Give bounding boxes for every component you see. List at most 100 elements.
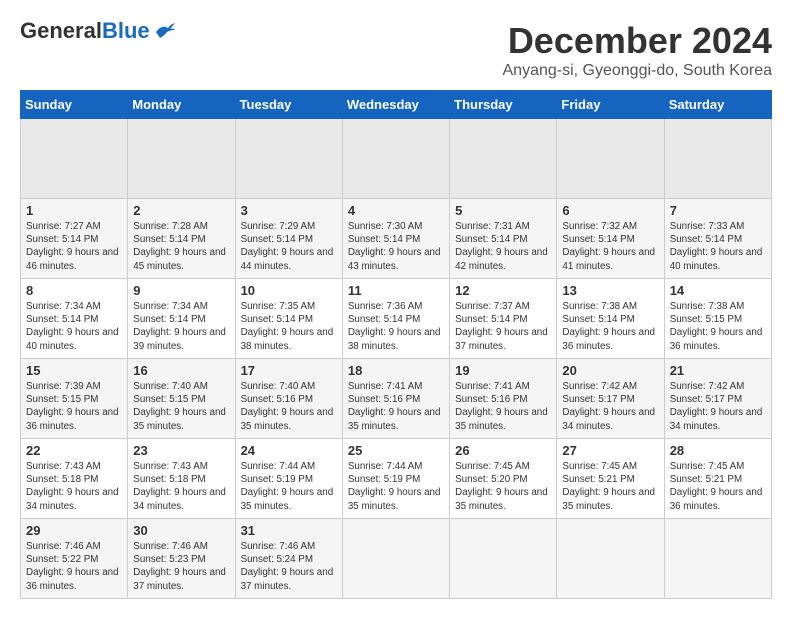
cell-info: Sunrise: 7:37 AMSunset: 5:14 PMDaylight:… [455, 300, 551, 353]
cell-info: Sunrise: 7:42 AMSunset: 5:17 PMDaylight:… [670, 380, 766, 433]
calendar-cell: 27 Sunrise: 7:45 AMSunset: 5:21 PMDayligh… [557, 439, 664, 519]
day-number: 5 [455, 203, 551, 218]
cell-info: Sunrise: 7:34 AMSunset: 5:14 PMDaylight:… [26, 300, 122, 353]
cell-info: Sunrise: 7:41 AMSunset: 5:16 PMDaylight:… [455, 380, 551, 433]
calendar-cell [664, 119, 771, 199]
day-number: 24 [241, 443, 337, 458]
calendar-cell [128, 119, 235, 199]
calendar-cell [342, 119, 449, 199]
day-header-saturday: Saturday [664, 91, 771, 119]
calendar-cell: 21Sunrise: 7:42 AMSunset: 5:17 PMDayligh… [664, 359, 771, 439]
cell-info: Sunrise: 7:30 AMSunset: 5:14 PMDaylight:… [348, 220, 444, 273]
day-number: 14 [670, 283, 766, 298]
calendar-cell: 17 Sunrise: 7:40 AMSunset: 5:16 PMDayligh… [235, 359, 342, 439]
day-number: 13 [562, 283, 658, 298]
calendar-cell: 18 Sunrise: 7:41 AMSunset: 5:16 PMDayligh… [342, 359, 449, 439]
cell-info: Sunrise: 7:43 AMSunset: 5:18 PMDaylight:… [26, 460, 122, 513]
logo-bird-icon [154, 22, 176, 40]
calendar-cell [235, 119, 342, 199]
day-number: 15 [26, 363, 122, 378]
calendar-cell: 3 Sunrise: 7:29 AMSunset: 5:14 PMDaylight… [235, 199, 342, 279]
cell-info: Sunrise: 7:31 AMSunset: 5:14 PMDaylight:… [455, 220, 551, 273]
calendar-cell: 26Sunrise: 7:45 AMSunset: 5:20 PMDayligh… [450, 439, 557, 519]
calendar-week-row: 22 Sunrise: 7:43 AMSunset: 5:18 PMDayligh… [21, 439, 772, 519]
cell-info: Sunrise: 7:46 AMSunset: 5:24 PMDaylight:… [241, 540, 337, 593]
calendar-cell: 13 Sunrise: 7:38 AMSunset: 5:14 PMDayligh… [557, 279, 664, 359]
calendar-cell: 22 Sunrise: 7:43 AMSunset: 5:18 PMDayligh… [21, 439, 128, 519]
page-header: GeneralBlue December 2024 Anyang-si, Gye… [20, 20, 772, 80]
day-header-wednesday: Wednesday [342, 91, 449, 119]
day-number: 7 [670, 203, 766, 218]
cell-info: Sunrise: 7:28 AMSunset: 5:14 PMDaylight:… [133, 220, 229, 273]
calendar-cell: 9Sunrise: 7:34 AMSunset: 5:14 PMDaylight… [128, 279, 235, 359]
calendar-cell: 5 Sunrise: 7:31 AMSunset: 5:14 PMDaylight… [450, 199, 557, 279]
cell-info: Sunrise: 7:45 AMSunset: 5:21 PMDaylight:… [562, 460, 658, 513]
cell-info: Sunrise: 7:29 AMSunset: 5:14 PMDaylight:… [241, 220, 337, 273]
calendar-table: SundayMondayTuesdayWednesdayThursdayFrid… [20, 90, 772, 599]
calendar-cell: 31 Sunrise: 7:46 AMSunset: 5:24 PMDayligh… [235, 519, 342, 599]
calendar-header-row: SundayMondayTuesdayWednesdayThursdayFrid… [21, 91, 772, 119]
day-number: 8 [26, 283, 122, 298]
day-number: 18 [348, 363, 444, 378]
cell-info: Sunrise: 7:45 AMSunset: 5:20 PMDaylight:… [455, 460, 551, 513]
day-number: 6 [562, 203, 658, 218]
day-number: 3 [241, 203, 337, 218]
calendar-cell: 19 Sunrise: 7:41 AMSunset: 5:16 PMDayligh… [450, 359, 557, 439]
calendar-cell: 16Sunrise: 7:40 AMSunset: 5:15 PMDayligh… [128, 359, 235, 439]
day-number: 19 [455, 363, 551, 378]
cell-info: Sunrise: 7:33 AMSunset: 5:14 PMDaylight:… [670, 220, 766, 273]
day-number: 22 [26, 443, 122, 458]
calendar-cell [342, 519, 449, 599]
day-header-tuesday: Tuesday [235, 91, 342, 119]
cell-info: Sunrise: 7:27 AMSunset: 5:14 PMDaylight:… [26, 220, 122, 273]
calendar-cell: 23 Sunrise: 7:43 AMSunset: 5:18 PMDayligh… [128, 439, 235, 519]
calendar-cell: 24 Sunrise: 7:44 AMSunset: 5:19 PMDayligh… [235, 439, 342, 519]
calendar-cell: 15 Sunrise: 7:39 AMSunset: 5:15 PMDayligh… [21, 359, 128, 439]
day-number: 27 [562, 443, 658, 458]
day-number: 31 [241, 523, 337, 538]
calendar-cell: 29Sunrise: 7:46 AMSunset: 5:22 PMDayligh… [21, 519, 128, 599]
cell-info: Sunrise: 7:41 AMSunset: 5:16 PMDaylight:… [348, 380, 444, 433]
title-section: December 2024 Anyang-si, Gyeonggi-do, So… [503, 20, 773, 80]
calendar-cell [557, 519, 664, 599]
cell-info: Sunrise: 7:40 AMSunset: 5:16 PMDaylight:… [241, 380, 337, 433]
cell-info: Sunrise: 7:42 AMSunset: 5:17 PMDaylight:… [562, 380, 658, 433]
day-number: 20 [562, 363, 658, 378]
cell-info: Sunrise: 7:38 AMSunset: 5:15 PMDaylight:… [670, 300, 766, 353]
location: Anyang-si, Gyeonggi-do, South Korea [503, 62, 773, 80]
month-title: December 2024 [503, 20, 773, 62]
day-header-thursday: Thursday [450, 91, 557, 119]
cell-info: Sunrise: 7:43 AMSunset: 5:18 PMDaylight:… [133, 460, 229, 513]
calendar-cell: 28Sunrise: 7:45 AMSunset: 5:21 PMDayligh… [664, 439, 771, 519]
calendar-cell: 20 Sunrise: 7:42 AMSunset: 5:17 PMDayligh… [557, 359, 664, 439]
calendar-cell [21, 119, 128, 199]
cell-info: Sunrise: 7:44 AMSunset: 5:19 PMDaylight:… [348, 460, 444, 513]
calendar-week-row: 15 Sunrise: 7:39 AMSunset: 5:15 PMDayligh… [21, 359, 772, 439]
day-number: 23 [133, 443, 229, 458]
logo: GeneralBlue [20, 20, 176, 42]
day-number: 25 [348, 443, 444, 458]
cell-info: Sunrise: 7:32 AMSunset: 5:14 PMDaylight:… [562, 220, 658, 273]
calendar-cell [450, 519, 557, 599]
cell-info: Sunrise: 7:39 AMSunset: 5:15 PMDaylight:… [26, 380, 122, 433]
calendar-week-row [21, 119, 772, 199]
cell-info: Sunrise: 7:34 AMSunset: 5:14 PMDaylight:… [133, 300, 229, 353]
calendar-cell: 30Sunrise: 7:46 AMSunset: 5:23 PMDayligh… [128, 519, 235, 599]
calendar-cell: 14 Sunrise: 7:38 AMSunset: 5:15 PMDayligh… [664, 279, 771, 359]
calendar-week-row: 1Sunrise: 7:27 AMSunset: 5:14 PMDaylight… [21, 199, 772, 279]
day-number: 17 [241, 363, 337, 378]
calendar-cell [450, 119, 557, 199]
day-number: 28 [670, 443, 766, 458]
calendar-cell: 12 Sunrise: 7:37 AMSunset: 5:14 PMDayligh… [450, 279, 557, 359]
cell-info: Sunrise: 7:38 AMSunset: 5:14 PMDaylight:… [562, 300, 658, 353]
cell-info: Sunrise: 7:46 AMSunset: 5:22 PMDaylight:… [26, 540, 122, 593]
calendar-week-row: 8 Sunrise: 7:34 AMSunset: 5:14 PMDaylight… [21, 279, 772, 359]
cell-info: Sunrise: 7:44 AMSunset: 5:19 PMDaylight:… [241, 460, 337, 513]
calendar-cell: 2Sunrise: 7:28 AMSunset: 5:14 PMDaylight… [128, 199, 235, 279]
day-header-friday: Friday [557, 91, 664, 119]
day-number: 12 [455, 283, 551, 298]
calendar-cell: 6 Sunrise: 7:32 AMSunset: 5:14 PMDaylight… [557, 199, 664, 279]
day-number: 10 [241, 283, 337, 298]
day-number: 16 [133, 363, 229, 378]
logo-text: GeneralBlue [20, 20, 150, 42]
